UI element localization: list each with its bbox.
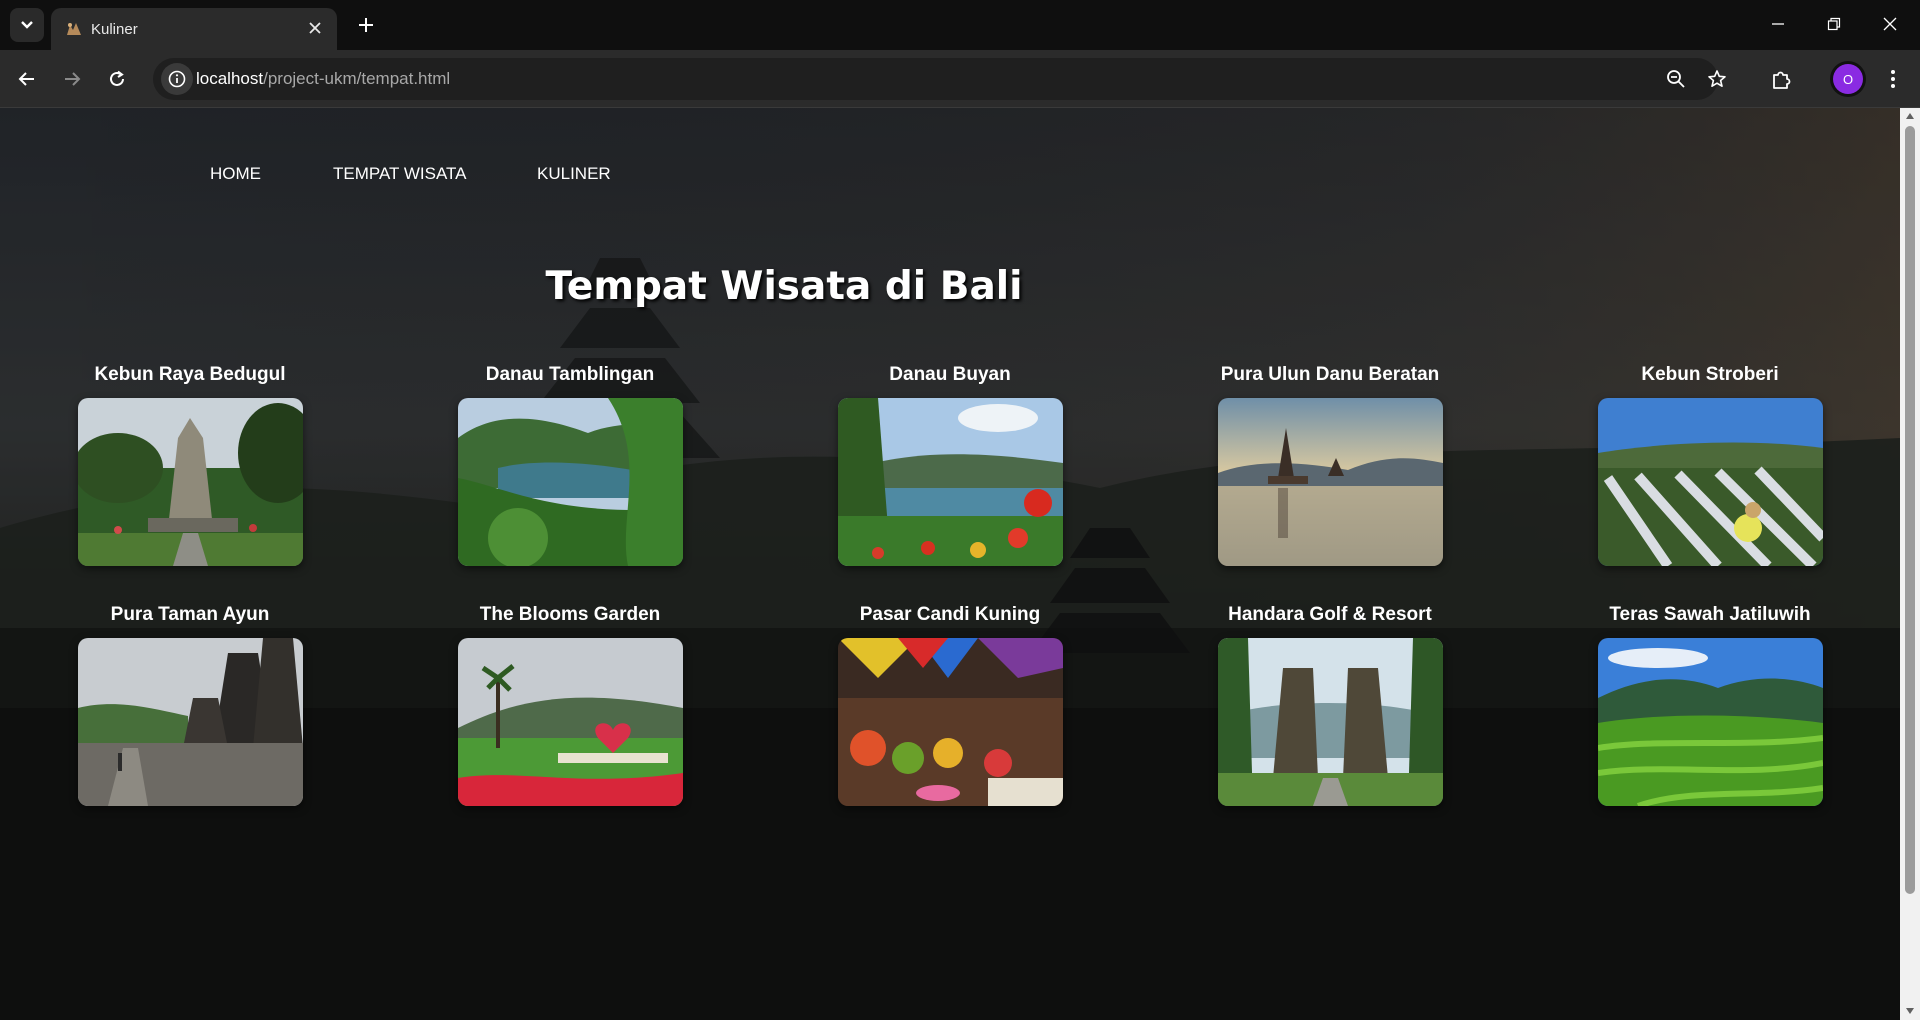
place-title: Danau Tamblingan — [485, 364, 655, 385]
browser-toolbar: localhost/project-ukm/tempat.html O — [0, 50, 1920, 108]
back-button[interactable] — [12, 64, 42, 94]
place-card[interactable]: Pasar Candi Kuning — [760, 604, 1140, 806]
arrow-right-icon — [65, 72, 81, 86]
place-title: Pura Taman Ayun — [110, 604, 270, 625]
place-card[interactable]: Pura Ulun Danu Beratan — [1140, 364, 1520, 566]
scrollbar-thumb[interactable] — [1905, 126, 1915, 894]
place-title: Handara Golf & Resort — [1228, 604, 1432, 625]
scroll-up-icon[interactable] — [1905, 111, 1915, 121]
close-window-button[interactable] — [1862, 0, 1918, 48]
star-icon — [1708, 70, 1726, 87]
puzzle-icon — [1773, 71, 1791, 89]
place-title: Pasar Candi Kuning — [859, 604, 1041, 625]
place-title: The Blooms Garden — [479, 604, 661, 625]
url-text: localhost/project-ukm/tempat.html — [196, 69, 450, 89]
close-icon — [1883, 17, 1897, 31]
chevron-down-icon — [21, 21, 33, 29]
place-image-temple-towers[interactable] — [77, 638, 303, 806]
extensions-button[interactable] — [1767, 64, 1797, 94]
place-card[interactable]: The Blooms Garden — [380, 604, 760, 806]
place-card[interactable]: Kebun Raya Bedugul — [0, 364, 380, 566]
place-image-split-gate[interactable] — [1217, 638, 1443, 806]
scroll-down-icon[interactable] — [1905, 1006, 1915, 1016]
zoom-button[interactable] — [1663, 66, 1689, 92]
place-image-strawberry-farm[interactable] — [1597, 398, 1823, 566]
restore-icon — [1827, 17, 1841, 31]
minimize-icon — [1772, 23, 1784, 25]
place-image-lake-temple[interactable] — [1217, 398, 1443, 566]
place-title: Pura Ulun Danu Beratan — [1220, 364, 1440, 385]
url-host: localhost — [196, 69, 264, 88]
place-image-garden-statue[interactable] — [77, 398, 303, 566]
active-tab[interactable]: Kuliner — [51, 8, 337, 50]
place-title: Danau Buyan — [889, 364, 1011, 385]
place-card[interactable]: Pura Taman Ayun — [0, 604, 380, 806]
forward-button[interactable] — [57, 64, 87, 94]
favicon-icon — [67, 23, 81, 35]
browser-tab-bar: Kuliner — [0, 0, 1920, 50]
arrow-left-icon — [18, 72, 34, 86]
main-nav: HOME TEMPAT WISATA KULINER — [0, 164, 700, 194]
close-icon — [309, 22, 321, 34]
place-image-market[interactable] — [837, 638, 1063, 806]
nav-home-link[interactable]: HOME — [210, 164, 261, 184]
place-card[interactable]: Kebun Stroberi — [1520, 364, 1900, 566]
info-icon — [168, 70, 186, 88]
page-viewport: HOME TEMPAT WISATA KULINER Tempat Wisata… — [0, 108, 1900, 1020]
zoom-out-icon — [1667, 70, 1685, 88]
place-image-flower-garden[interactable] — [457, 638, 683, 806]
profile-avatar[interactable]: O — [1833, 64, 1863, 94]
bookmark-button[interactable] — [1704, 66, 1730, 92]
place-image-lake-flowers[interactable] — [837, 398, 1063, 566]
page-title: Tempat Wisata di Bali — [545, 264, 1023, 309]
browser-menu-button[interactable] — [1878, 64, 1908, 94]
plus-icon — [359, 18, 373, 32]
nav-tempat-wisata-link[interactable]: TEMPAT WISATA — [333, 164, 467, 184]
site-info-button[interactable] — [161, 63, 193, 95]
address-bar[interactable]: localhost/project-ukm/tempat.html — [153, 58, 1726, 100]
place-title: Teras Sawah Jatiluwih — [1609, 604, 1811, 625]
place-card[interactable]: Teras Sawah Jatiluwih — [1520, 604, 1900, 806]
page-scrollbar[interactable] — [1900, 108, 1920, 1020]
place-image-lake-forest[interactable] — [457, 398, 683, 566]
more-vert-icon — [1891, 70, 1895, 88]
place-card[interactable]: Handara Golf & Resort — [1140, 604, 1520, 806]
restore-button[interactable] — [1806, 0, 1862, 48]
new-tab-button[interactable] — [352, 11, 380, 39]
tab-title: Kuliner — [91, 21, 138, 38]
place-card[interactable]: Danau Tamblingan — [380, 364, 760, 566]
tab-close-button[interactable] — [305, 18, 325, 38]
reload-button[interactable] — [102, 64, 132, 94]
tab-search-button[interactable] — [10, 8, 44, 42]
place-title: Kebun Raya Bedugul — [94, 364, 286, 385]
place-image-rice-terraces[interactable] — [1597, 638, 1823, 806]
url-path: /project-ukm/tempat.html — [263, 69, 451, 88]
place-title: Kebun Stroberi — [1641, 364, 1779, 385]
reload-icon — [110, 70, 124, 86]
minimize-button[interactable] — [1750, 0, 1806, 48]
place-card[interactable]: Danau Buyan — [760, 364, 1140, 566]
nav-kuliner-link[interactable]: KULINER — [537, 164, 611, 184]
